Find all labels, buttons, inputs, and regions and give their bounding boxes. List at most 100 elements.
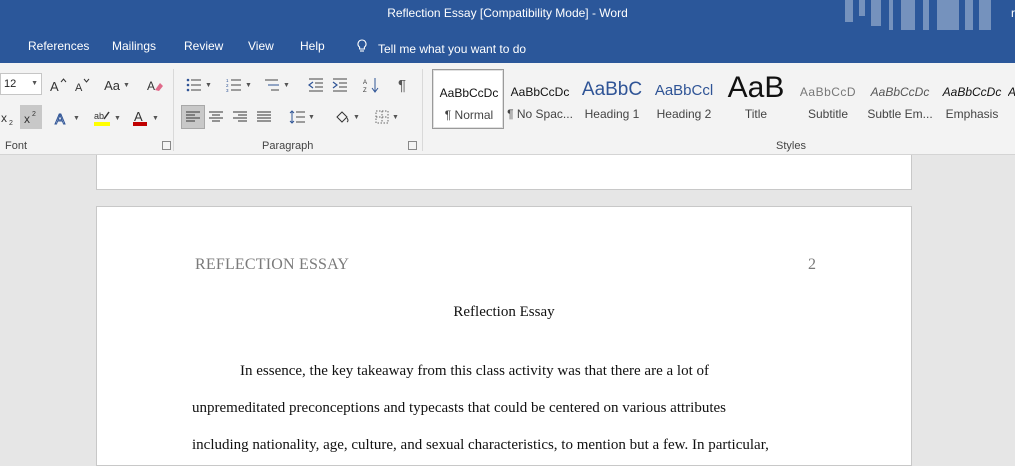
borders-icon [375,110,389,124]
font-size-value: 12 [4,78,17,90]
decrease-indent-button[interactable] [306,75,326,95]
style-heading-2[interactable]: AaBbCcl Heading 2 [648,69,720,129]
style-heading-1[interactable]: AaBbC Heading 1 [576,69,648,129]
title-bar: Reflection Essay [Compatibility Mode] - … [0,0,1015,30]
chevron-down-icon: ▼ [245,81,252,89]
tab-view[interactable]: View [248,39,274,53]
highlighter-icon: ab [94,111,111,126]
text-effects-button[interactable]: A ▼ [52,107,82,129]
tab-help[interactable]: Help [300,39,325,53]
chevron-down-icon: ▼ [283,81,290,89]
styles-gallery: AaBbCcDc ¶ Normal AaBbCcDc ¶ No Spac... … [430,69,1015,129]
subscript-button[interactable]: x2 [0,107,18,129]
style-sample: AaBbC [581,79,643,100]
highlight-color-button[interactable]: ab ▼ [90,107,124,129]
style-subtle-emphasis[interactable]: AaBbCcDc Subtle Em... [864,69,936,129]
shrink-font-button[interactable]: A [72,75,92,95]
tell-me-text: Tell me what you want to do [378,42,527,56]
increase-indent-icon [332,78,347,92]
increase-indent-button[interactable] [330,75,350,95]
group-divider [173,69,174,151]
svg-text:A: A [75,82,83,93]
numbering-button[interactable]: 1 2 3 ▼ [222,75,256,95]
grow-font-button[interactable]: A [48,75,68,95]
font-color-icon: A [133,109,148,126]
style-name: ¶ No Spac... [507,107,573,121]
document-area[interactable]: REFLECTION ESSAY 2 Reflection Essay In e… [0,155,1015,466]
style-normal[interactable]: AaBbCcDc ¶ Normal [432,69,504,129]
svg-text:A: A [50,79,59,93]
borders-button[interactable]: ▼ [370,107,404,127]
paragraph-dialog-launcher-icon[interactable]: ↘ [408,141,417,150]
change-case-button[interactable]: Aa ▼ [100,75,134,95]
style-partial[interactable]: A [1008,69,1015,129]
style-name: Subtle Em... [867,107,933,121]
window-title: Reflection Essay [Compatibility Mode] - … [387,6,628,20]
paint-bucket-icon [336,111,349,123]
chevron-down-icon: ▼ [392,113,399,121]
svg-text:2: 2 [9,120,13,126]
ribbon-tabs: References Mailings Review View Help Tel… [0,30,1015,63]
svg-text:A: A [134,109,143,124]
font-size-box[interactable]: 12 ▼ [0,73,42,95]
styles-group-label: Styles [776,140,806,152]
bullets-button[interactable]: ▼ [182,75,216,95]
svg-text:A: A [147,79,155,93]
previous-page-bottom [96,155,912,190]
chevron-down-icon: ▼ [152,114,159,122]
svg-text:2: 2 [32,111,36,118]
bullets-icon [186,78,202,92]
ribbon: 12 ▼ A A Aa▼ A x2 x2 A▼ ab▼ A▼ Font [0,63,1015,155]
font-group-label: Font [5,140,28,152]
style-title[interactable]: AaB Title [720,69,792,129]
tab-review[interactable]: Review [184,39,223,53]
clear-formatting-button[interactable]: A [144,75,166,95]
paragraph-line: In essence, the key takeaway from this c… [240,363,709,379]
account-name[interactable]: r [1011,6,1015,20]
superscript-button[interactable]: x2 [20,105,42,129]
tab-references[interactable]: References [28,39,89,53]
shrink-font-icon: A [75,78,90,93]
style-emphasis[interactable]: AaBbCcDc Emphasis [936,69,1008,129]
sort-icon: AZ [363,78,379,93]
font-color-button[interactable]: A ▼ [128,107,162,129]
justify-icon [257,111,271,122]
sort-button[interactable]: AZ [360,75,382,95]
document-page[interactable]: REFLECTION ESSAY 2 Reflection Essay In e… [96,206,912,466]
svg-text:ab: ab [94,111,104,121]
align-right-button[interactable] [230,107,250,127]
style-subtitle[interactable]: AaBbCcD Subtitle [792,69,864,129]
numbering-icon: 123 [226,78,242,92]
chevron-down-icon: ▼ [114,114,121,122]
pilcrow-icon: ¶ [397,76,407,94]
svg-text:A: A [55,111,65,126]
multilevel-list-button[interactable]: ▼ [260,75,294,95]
chevron-down-icon: ▼ [73,114,80,122]
justify-button[interactable] [254,107,274,127]
change-case-label: Aa [104,77,120,93]
align-left-button[interactable] [181,105,205,129]
align-center-icon [209,111,223,122]
style-name: ¶ Normal [444,108,494,122]
chevron-down-icon: ▼ [205,81,212,89]
style-sample: AaBbCcl [654,82,714,99]
style-name: Heading 1 [584,107,640,121]
line-spacing-button[interactable]: ▼ [284,107,320,127]
align-center-button[interactable] [206,107,226,127]
align-right-icon [233,111,247,122]
svg-text:x: x [1,111,7,125]
style-sample: AaB [727,71,785,104]
paragraph-line: including nationality, age, culture, and… [192,437,769,453]
style-no-spacing[interactable]: AaBbCcDc ¶ No Spac... [504,69,576,129]
running-head: REFLECTION ESSAY [195,256,350,273]
show-formatting-button[interactable]: ¶ [392,75,412,95]
tell-me-box[interactable]: Tell me what you want to do [356,39,526,56]
tab-mailings[interactable]: Mailings [112,39,156,53]
clear-formatting-icon: A [147,79,163,93]
font-dialog-launcher-icon[interactable]: ↘ [162,141,171,150]
shading-button[interactable]: ▼ [330,107,364,127]
chevron-down-icon: ▼ [308,113,315,121]
body-paragraph: In essence, the key takeaway from this c… [192,353,832,464]
subscript-icon: x2 [1,111,13,126]
chevron-down-icon: ▼ [353,113,360,121]
